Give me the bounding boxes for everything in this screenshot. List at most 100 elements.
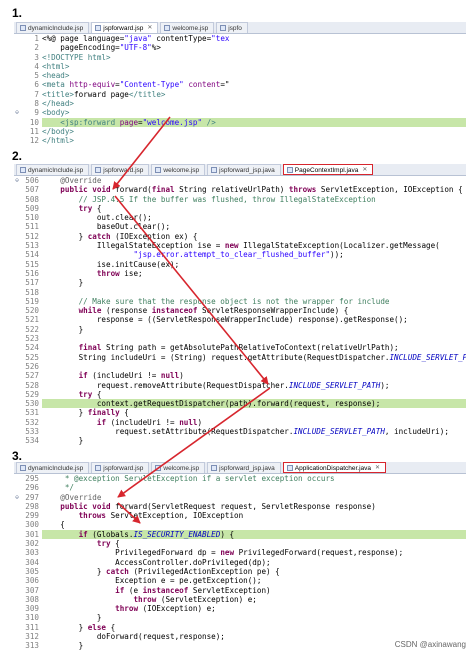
tab-jspforward-jsp[interactable]: jspforward.jsp [91, 462, 150, 473]
code-line[interactable]: 531 } finally { [14, 408, 466, 417]
code-line[interactable]: 298 public void forward(ServletRequest r… [14, 502, 466, 511]
close-icon[interactable]: ✕ [147, 23, 152, 34]
tab-welcome-jsp[interactable]: welcome.jsp [160, 22, 215, 33]
code-line[interactable]: ⊖ 297 @Override [14, 493, 466, 502]
code-line[interactable]: 529 try { [14, 390, 466, 399]
code-line[interactable]: 507 public void forward(final String rel… [14, 185, 466, 194]
code-line[interactable]: ⊖ 506 @Override [14, 176, 466, 185]
code-line[interactable]: 534 } [14, 436, 466, 445]
code-line[interactable]: 508 // JSP.4.5 If the buffer was flushed… [14, 195, 466, 204]
line-number: 305 [25, 566, 39, 576]
code-line[interactable]: 530 context.getRequestDispatcher(path).f… [14, 399, 466, 409]
code-token: AccessController.doPrivileged(dp); [42, 557, 271, 567]
tab-dynamicinclude-jsp[interactable]: dynamicInclude.jsp [16, 22, 90, 33]
close-icon[interactable]: ✕ [375, 463, 380, 474]
code-line[interactable]: 517 } [14, 278, 466, 287]
code-token: throws [288, 185, 317, 195]
line-number: 12 [29, 136, 39, 144]
code-area[interactable]: 1 <%@ page language="java" contentType="t… [14, 34, 466, 144]
code-line[interactable]: 518 [14, 288, 466, 297]
code-line[interactable]: 11 </body> [14, 127, 466, 136]
code-line[interactable]: 12 </html> [14, 136, 466, 144]
tab-welcome-jsp[interactable]: welcome.jsp [151, 462, 206, 473]
tab-dynamicinclude-jsp[interactable]: dynamicInclude.jsp [16, 462, 90, 473]
code-line[interactable]: 300 { [14, 520, 466, 529]
code-line[interactable]: 305 } catch (PrivilegedActionException p… [14, 567, 466, 576]
code-line[interactable]: 510 out.clear(); [14, 213, 466, 222]
code-line[interactable]: 296 */ [14, 483, 466, 492]
tab-pagecontextimpl-java[interactable]: PageContextImpl.java ✕ [282, 164, 374, 176]
code-line[interactable]: 520 while (response instanceof ServletRe… [14, 306, 466, 315]
code-line[interactable]: 7 <title>forward page</title> [14, 90, 466, 99]
file-icon [211, 167, 218, 173]
code-line[interactable]: 306 Exception e = pe.getException(); [14, 576, 466, 585]
code-line[interactable]: 528 request.removeAttribute(RequestDispa… [14, 381, 466, 390]
code-token: } [42, 566, 107, 576]
code-line[interactable]: 519 // Make sure that the response objec… [14, 297, 466, 306]
code-line[interactable]: 509 try { [14, 204, 466, 213]
tab-jspforward-jsp[interactable]: jspforward.jsp [91, 164, 150, 175]
line-number: 7 [34, 89, 39, 99]
code-line[interactable]: 521 response = ((ServletResponseWrapperI… [14, 315, 466, 324]
tab-welcome-jsp[interactable]: welcome.jsp [151, 164, 206, 175]
code-token: ise; [119, 268, 143, 278]
code-line[interactable]: 513 IllegalStateException ise = new Ille… [14, 241, 466, 250]
code-line[interactable]: 10 <jsp:forward page="welcome.jsp" /> [14, 117, 466, 127]
code-line[interactable]: 314 } [14, 651, 466, 652]
tab-jspforward-jsp[interactable]: jspforward.jsp ✕ [91, 22, 159, 34]
code-line[interactable]: 516 throw ise; [14, 269, 466, 278]
code-area[interactable]: 295 * @exception ServletException if a s… [14, 474, 466, 652]
code-line[interactable]: 535 } [14, 446, 466, 447]
tab-jspforward-jsp-java[interactable]: jspforward_jsp.java [207, 164, 281, 175]
code-line[interactable]: 526 [14, 362, 466, 371]
code-line[interactable]: 4 <html> [14, 62, 466, 71]
code-line[interactable]: 295 * @exception ServletException if a s… [14, 474, 466, 483]
editor-panel-pagecontextimpl: dynamicInclude.jsp jspforward.jsp welcome.… [14, 164, 466, 447]
code-line[interactable]: 302 try { [14, 539, 466, 548]
tab-dynamicinclude-jsp[interactable]: dynamicInclude.jsp [16, 164, 90, 175]
code-line[interactable]: 301 if (Globals.IS_SECURITY_ENABLED) { [14, 529, 466, 540]
code-line[interactable]: 1 <%@ page language="java" contentType="t… [14, 34, 466, 43]
code-token: * @exception ServletException if a servl… [64, 474, 335, 483]
code-line[interactable]: 522 } [14, 325, 466, 334]
tab-jspfo[interactable]: jspfo [216, 22, 248, 33]
code-line[interactable]: 511 baseOut.clear(); [14, 222, 466, 231]
code-line[interactable]: 5 <head> [14, 71, 466, 80]
code-line[interactable]: 515 ise.initCause(ex); [14, 260, 466, 269]
code-token: final [78, 343, 102, 353]
code-line[interactable]: 533 request.setAttribute(RequestDispatch… [14, 427, 466, 436]
code-line[interactable]: 303 PrivilegedForward dp = new Privilege… [14, 548, 466, 557]
file-icon [155, 167, 162, 173]
code-line[interactable]: 514 "jsp.error.attempt_to_clear_flushed_… [14, 250, 466, 259]
code-line[interactable]: 308 throw (ServletException) e; [14, 595, 466, 604]
code-text: throw ise; [42, 269, 466, 278]
code-line[interactable]: 309 throw (IOException) e; [14, 604, 466, 613]
code-text: @Override [42, 176, 466, 185]
code-line[interactable]: 311 } else { [14, 623, 466, 632]
code-line[interactable]: 532 if (includeUri != null) [14, 418, 466, 427]
code-area[interactable]: ⊖ 506 @Override 507 public void forward(fi… [14, 176, 466, 447]
code-line[interactable]: 2 pageEncoding="UTF-8"%> [14, 43, 466, 52]
code-line[interactable]: 6 <meta http-equiv="Content-Type" content… [14, 80, 466, 89]
code-line[interactable]: ⊖ 9 <body> [14, 108, 466, 117]
code-line[interactable]: 304 AccessController.doPrivileged(dp); [14, 558, 466, 567]
code-token: "tex [211, 34, 230, 43]
tab-applicationdispatcher-java[interactable]: ApplicationDispatcher.java ✕ [282, 462, 387, 474]
code-text: } else { [42, 623, 466, 632]
tab-jspforward-jsp-java[interactable]: jspforward_jsp.java [207, 462, 281, 473]
close-icon[interactable]: ✕ [362, 165, 367, 176]
code-line[interactable]: 310 } [14, 613, 466, 622]
code-line[interactable]: 525 String includeUri = (String) request… [14, 353, 466, 362]
code-line[interactable]: 524 final String path = getAbsolutePathR… [14, 343, 466, 352]
code-line[interactable]: 3 <!DOCTYPE html> [14, 53, 466, 62]
code-line[interactable]: 8 </head> [14, 99, 466, 108]
code-token: =" [220, 80, 230, 90]
code-line[interactable]: 512 } catch (IOException ex) { [14, 232, 466, 241]
line-number: 11 [29, 126, 39, 136]
code-line[interactable]: 527 if (includeUri != null) [14, 371, 466, 380]
code-line[interactable]: 299 throws ServletException, IOException [14, 511, 466, 520]
code-line[interactable]: 523 [14, 334, 466, 343]
code-line[interactable]: 307 if (e instanceof ServletException) [14, 586, 466, 595]
